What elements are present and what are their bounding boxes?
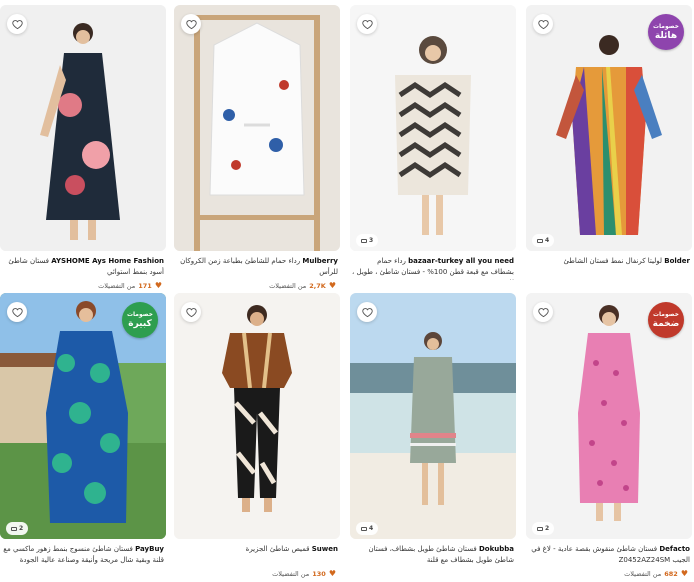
favorite-button[interactable] xyxy=(7,14,27,34)
heart-icon xyxy=(537,307,549,317)
heart-icon xyxy=(11,19,23,29)
product-image[interactable]: 3 xyxy=(350,5,516,251)
favorite-count-icon: ♥ xyxy=(328,569,336,578)
product-brand: PayBuy xyxy=(135,545,164,553)
favorite-button[interactable] xyxy=(357,14,377,34)
camera-icon xyxy=(537,238,543,243)
product-brand: Dokubba xyxy=(478,545,514,553)
product-brand: Bolder xyxy=(664,257,690,265)
camera-icon xyxy=(361,526,367,531)
favorite-button[interactable] xyxy=(7,302,27,322)
heart-icon xyxy=(185,19,197,29)
image-count: 4 xyxy=(532,234,555,247)
favorite-count-icon: ♥ xyxy=(154,281,162,290)
product-brand: AYSHOME Ays Home Fashion xyxy=(51,257,164,265)
product-card[interactable]: 2 خصومات كبيرة PayBuy فستان شاطئ منسوج ب… xyxy=(0,293,166,580)
product-title[interactable]: Defacto فستان شاطئ منقوش بقصة عادية - لا… xyxy=(528,544,690,568)
product-image[interactable]: 2 خصومات كبيرة xyxy=(0,293,166,539)
product-image[interactable]: 4 xyxy=(350,293,516,539)
product-image[interactable]: 4 خصومات هائلة xyxy=(526,5,692,251)
favorite-button[interactable] xyxy=(533,302,553,322)
product-title[interactable]: Suwen قميص شاطئ الجزيرة xyxy=(176,544,338,568)
product-title[interactable]: Bolder لوليتا كرنفال نمط فستان الشاطئ xyxy=(528,256,690,280)
heart-icon xyxy=(361,307,373,317)
product-title[interactable]: PayBuy فستان شاطئ منسوج بنمط زهور ماكسي … xyxy=(2,544,164,568)
product-card[interactable]: 2 خصومات ضخمة Defacto فستان شاطئ منقوش ب… xyxy=(526,293,692,580)
favorite-button[interactable] xyxy=(181,14,201,34)
product-card[interactable]: 3 bazaar-turkey all you need رداء حمام ب… xyxy=(350,5,516,292)
product-title[interactable]: Dokubba فستان شاطئ طويل بشطاف، فستان شاط… xyxy=(352,544,514,568)
favorite-button[interactable] xyxy=(357,302,377,322)
heart-icon xyxy=(185,307,197,317)
favorite-count-icon: ♥ xyxy=(328,281,336,290)
image-count: 3 xyxy=(356,234,379,247)
heart-icon xyxy=(11,307,23,317)
product-brand: Defacto xyxy=(659,545,690,553)
product-card[interactable]: 4 خصومات هائلة Bolder لوليتا كرنفال نمط … xyxy=(526,5,692,292)
discount-badge: خصومات كبيرة xyxy=(122,302,158,338)
favorite-button[interactable] xyxy=(181,302,201,322)
product-brand: Suwen xyxy=(311,545,338,553)
camera-icon xyxy=(361,238,367,243)
camera-icon xyxy=(11,526,17,531)
product-card[interactable]: Suwen قميص شاطئ الجزيرة ♥ 130 من التفضيل… xyxy=(174,293,340,580)
favorites-count: ♥ 682 من التفضيلات xyxy=(624,569,688,578)
product-title[interactable]: bazaar-turkey all you need رداء حمام بشط… xyxy=(352,256,514,280)
product-card[interactable]: 4 Dokubba فستان شاطئ طويل بشطاف، فستان ش… xyxy=(350,293,516,580)
favorites-count: ♥ 2,7K من التفضيلات xyxy=(269,281,336,290)
product-image[interactable] xyxy=(0,5,166,251)
image-count: 2 xyxy=(6,522,29,535)
product-title[interactable]: Mulberry رداء حمام للشاطئ بطباعة زمن الك… xyxy=(176,256,338,280)
favorite-button[interactable] xyxy=(533,14,553,34)
heart-icon xyxy=(361,19,373,29)
product-brand: bazaar-turkey all you need xyxy=(408,257,514,265)
product-brand: Mulberry xyxy=(302,257,338,265)
camera-icon xyxy=(537,526,543,531)
heart-icon xyxy=(537,19,549,29)
favorites-count: ♥ 130 من التفضيلات xyxy=(272,569,336,578)
image-count: 4 xyxy=(356,522,379,535)
product-title[interactable]: AYSHOME Ays Home Fashion فستان شاطئ أسود… xyxy=(2,256,164,280)
product-card[interactable]: AYSHOME Ays Home Fashion فستان شاطئ أسود… xyxy=(0,5,166,292)
product-image[interactable]: 2 خصومات ضخمة xyxy=(526,293,692,539)
discount-badge: خصومات هائلة xyxy=(648,14,684,50)
favorites-count: ♥ 171 من التفضيلات xyxy=(98,281,162,290)
favorite-count-icon: ♥ xyxy=(680,569,688,578)
product-card[interactable]: Mulberry رداء حمام للشاطئ بطباعة زمن الك… xyxy=(174,5,340,292)
product-image[interactable] xyxy=(174,5,340,251)
discount-badge: خصومات ضخمة xyxy=(648,302,684,338)
image-count: 2 xyxy=(532,522,555,535)
product-image[interactable] xyxy=(174,293,340,539)
